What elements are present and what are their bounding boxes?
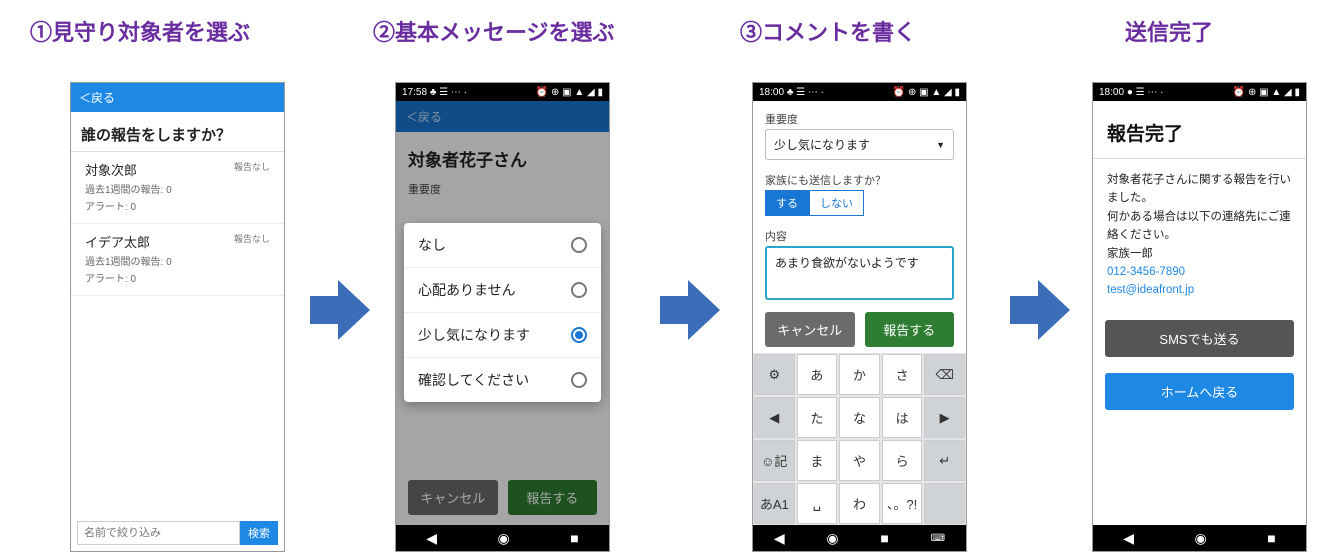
complete-line: 何かある場合は以下の連絡先にご連絡ください。 [1107,208,1292,245]
back-button[interactable]: ＜戻る [71,83,284,112]
kbd-enter-icon[interactable]: ↵ [924,440,965,481]
severity-option[interactable]: 心配ありません [404,268,601,313]
recent-nav-icon[interactable]: ■ [1267,530,1275,546]
kbd-key[interactable]: さ [882,354,923,395]
kbd-key[interactable]: ま [797,440,838,481]
severity-option[interactable]: 少し気になります [404,313,601,358]
kbd-right-icon[interactable]: ▶ [924,397,965,438]
android-navbar: ◀ ◉ ■ [1093,525,1306,551]
step-4-title: 送信完了 [1125,15,1213,47]
person-alert: アラート: 0 [85,270,270,285]
complete-title: 報告完了 [1093,101,1306,159]
family-yes-button[interactable]: する [765,190,809,216]
kbd-key[interactable]: や [839,440,880,481]
person-status: 報告なし [234,160,270,173]
kbd-key[interactable]: な [839,397,880,438]
cancel-button[interactable]: キャンセル [765,312,855,347]
search-input[interactable] [77,521,240,545]
person-status: 報告なし [234,232,270,245]
android-navbar: ◀ ◉ ■ [396,525,609,551]
home-button[interactable]: ホームへ戻る [1105,373,1294,410]
kbd-emoji-icon[interactable]: ☺記 [754,440,795,481]
kbd-key[interactable]: か [839,354,880,395]
chevron-down-icon: ▼ [936,140,945,150]
home-nav-icon[interactable]: ◉ [826,530,838,547]
kbd-key[interactable]: は [882,397,923,438]
severity-option[interactable]: 確認してください [404,358,601,402]
severity-dialog: なし 心配ありません 少し気になります 確認してください [404,223,601,402]
home-nav-icon[interactable]: ◉ [1195,530,1207,547]
kbd-key[interactable]: わ [839,483,880,524]
contact-tel-link[interactable]: 012-3456-7890 [1107,263,1292,281]
status-icons: ⏰ ⊕ ▣ ▲ ◢ ▮ [1233,87,1300,98]
radio-icon [571,372,587,388]
home-nav-icon[interactable]: ◉ [498,530,510,547]
severity-option[interactable]: なし [404,223,601,268]
search-button[interactable]: 検索 [240,521,278,545]
radio-icon [571,282,587,298]
kbd-settings-icon[interactable]: ⚙ [754,354,795,395]
person-alert: アラート: 0 [85,198,270,213]
status-bar: 17:58 ♣ ☰ ⋯ · ⏰ ⊕ ▣ ▲ ◢ ▮ [396,83,609,101]
kbd-toggle-icon[interactable]: ⌨ [931,533,945,544]
kbd-mode-key[interactable]: あA1 [754,483,795,524]
status-bar: 18:00 ● ☰ ⋯ · ⏰ ⊕ ▣ ▲ ◢ ▮ [1093,83,1306,101]
back-nav-icon[interactable]: ◀ [1123,530,1134,547]
status-icons: ⏰ ⊕ ▣ ▲ ◢ ▮ [536,87,603,98]
back-nav-icon[interactable]: ◀ [426,530,437,547]
person-item[interactable]: 対象次郎 報告なし 過去1週間の報告: 0 アラート: 0 [71,152,284,224]
kbd-key[interactable]: あ [797,354,838,395]
content-textarea[interactable]: あまり食欲がないようです [765,246,954,300]
phone-write-comment: 18:00 ♣ ☰ ⋯ · ⏰ ⊕ ▣ ▲ ◢ ▮ 重要度 少し気になります ▼… [752,82,967,552]
phone-select-message: 17:58 ♣ ☰ ⋯ · ⏰ ⊕ ▣ ▲ ◢ ▮ ＜戻る 対象者花子さん 重要… [395,82,610,552]
back-nav-icon[interactable]: ◀ [774,530,785,547]
arrow-icon [660,280,720,340]
kbd-key[interactable]: 、。?! [882,483,923,524]
complete-line: 対象者花子さんに関する報告を行いました。 [1107,171,1292,208]
kbd-key[interactable]: ら [882,440,923,481]
step-3-title: ③コメントを書く [740,15,916,47]
status-time: 18:00 ● ☰ ⋯ · [1099,87,1163,98]
severity-select[interactable]: 少し気になります ▼ [765,129,954,160]
step-1-title: ①見守り対象者を選ぶ [30,15,250,47]
status-icons: ⏰ ⊕ ▣ ▲ ◢ ▮ [893,87,960,98]
contact-name: 家族一郎 [1107,245,1292,263]
sms-button[interactable]: SMSでも送る [1105,320,1294,357]
kbd-left-icon[interactable]: ◀ [754,397,795,438]
android-navbar: ◀ ◉ ■ ⌨ [753,525,966,551]
person-name: 対象次郎 [85,160,137,179]
arrow-icon [1010,280,1070,340]
person-week: 過去1週間の報告: 0 [85,253,270,268]
soft-keyboard: ⚙ あ か さ ⌫ ◀ た な は ▶ ☺記 ま や ら ↵ あA1 ␣ わ 、… [753,353,966,525]
step-2-title: ②基本メッセージを選ぶ [373,15,615,47]
family-no-button[interactable]: しない [809,190,864,216]
recent-nav-icon[interactable]: ■ [880,530,888,546]
question-heading: 誰の報告をしますか？ [71,112,284,152]
phone-select-person: ＜戻る 誰の報告をしますか？ 対象次郎 報告なし 過去1週間の報告: 0 アラー… [70,82,285,552]
status-time: 17:58 ♣ ☰ ⋯ · [402,87,467,98]
person-week: 過去1週間の報告: 0 [85,181,270,196]
person-name: イデア太郎 [85,232,150,251]
person-item[interactable]: イデア太郎 報告なし 過去1週間の報告: 0 アラート: 0 [71,224,284,296]
arrow-icon [310,280,370,340]
radio-icon [571,237,587,253]
report-button[interactable]: 報告する [865,312,955,347]
family-send-label: 家族にも送信しますか？ [753,166,966,190]
kbd-key[interactable] [924,483,965,524]
kbd-backspace-icon[interactable]: ⌫ [924,354,965,395]
radio-icon [571,327,587,343]
contact-mail-link[interactable]: test@ideafront.jp [1107,281,1292,299]
status-time: 18:00 ♣ ☰ ⋯ · [759,87,824,98]
status-bar: 18:00 ♣ ☰ ⋯ · ⏰ ⊕ ▣ ▲ ◢ ▮ [753,83,966,101]
kbd-key[interactable]: ␣ [797,483,838,524]
severity-label: 重要度 [753,101,966,129]
phone-complete: 18:00 ● ☰ ⋯ · ⏰ ⊕ ▣ ▲ ◢ ▮ 報告完了 対象者花子さんに関… [1092,82,1307,552]
recent-nav-icon[interactable]: ■ [570,530,578,546]
content-label: 内容 [753,222,966,246]
kbd-key[interactable]: た [797,397,838,438]
